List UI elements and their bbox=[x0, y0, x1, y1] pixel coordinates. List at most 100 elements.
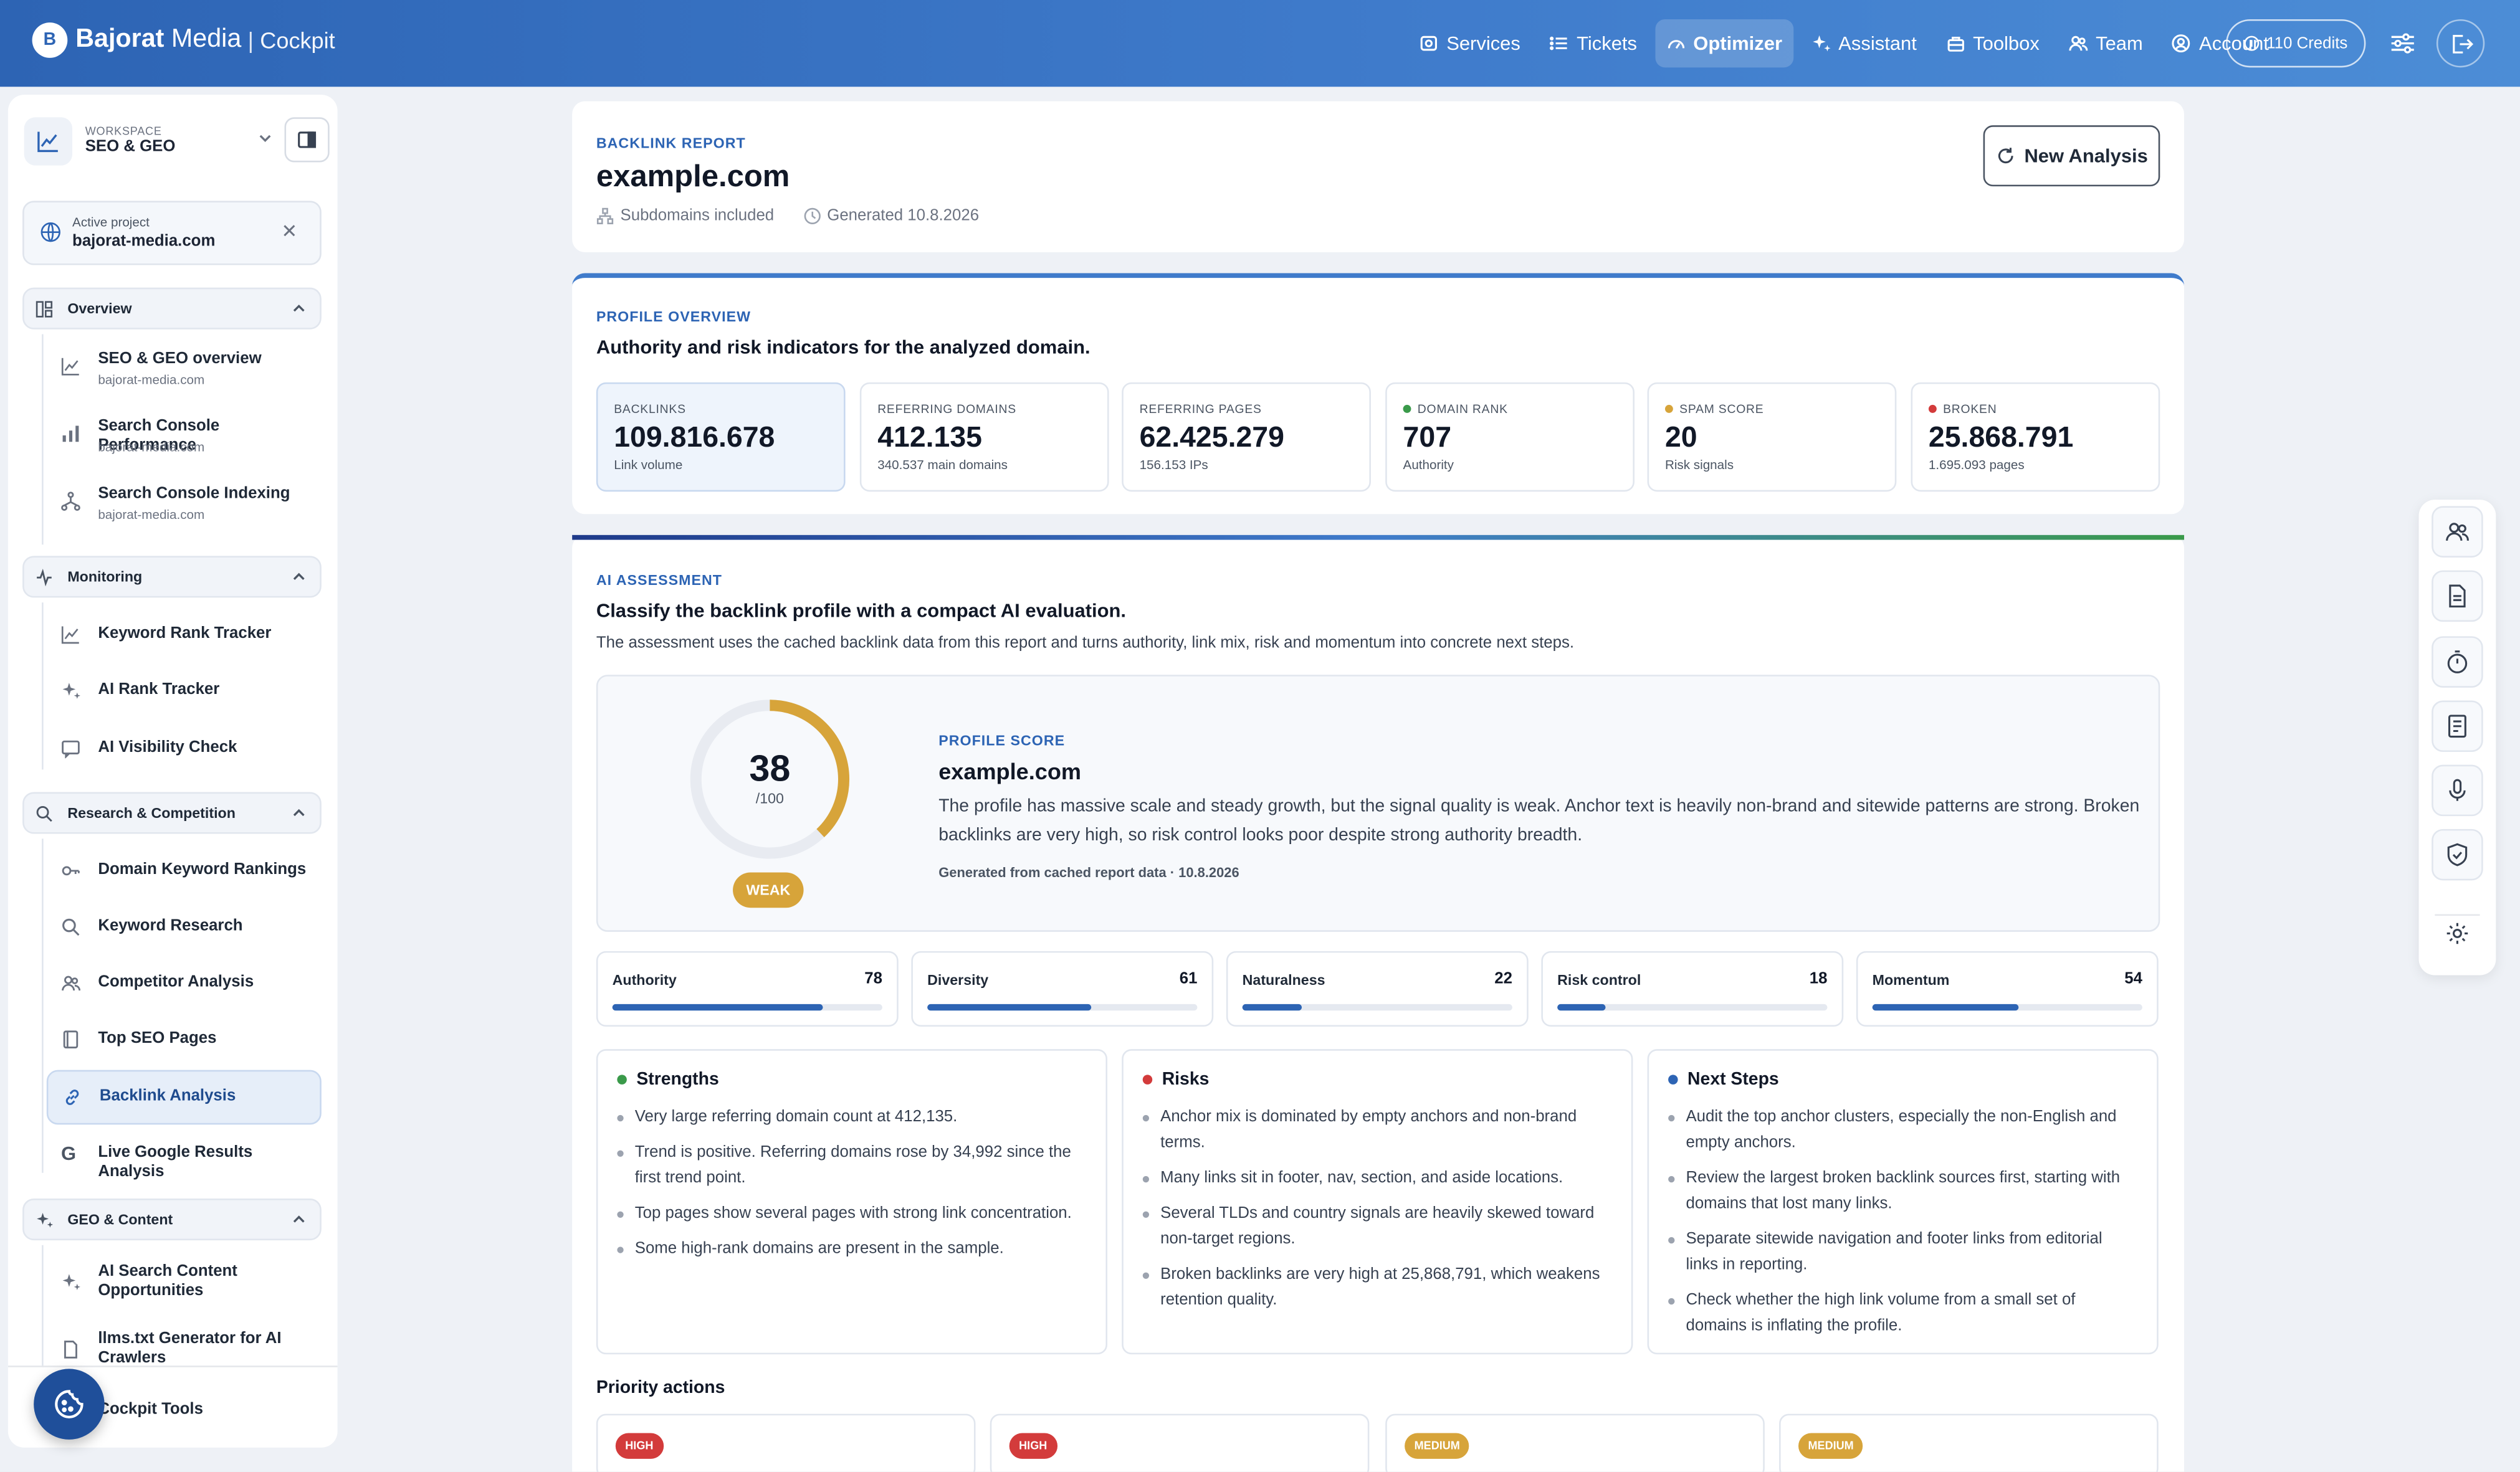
section-geo-content[interactable]: GEO & Content bbox=[22, 1199, 322, 1241]
timer-icon bbox=[2447, 650, 2468, 673]
list-item: Some high-rank domains are present in th… bbox=[617, 1237, 1086, 1263]
sidebar-item-ai-rank-tracker[interactable]: AI Rank Tracker bbox=[47, 677, 322, 709]
sidebar-item-keyword-rank-tracker[interactable]: Keyword Rank Tracker bbox=[47, 620, 322, 653]
nav-team[interactable]: Team bbox=[2057, 19, 2154, 67]
nav-services[interactable]: Services bbox=[1408, 19, 1532, 67]
logout-button[interactable] bbox=[2436, 19, 2485, 68]
kpi-value: 62.425.279 bbox=[1139, 420, 1284, 453]
ai-description: The assessment uses the cached backlink … bbox=[596, 634, 1575, 653]
sidebar-toggle-button[interactable] bbox=[284, 117, 330, 163]
risks-title: Risks bbox=[1142, 1070, 1209, 1090]
kpi-label: SPAM SCORE bbox=[1664, 402, 1764, 416]
priority-action-card[interactable]: MEDIUM bbox=[1385, 1413, 1765, 1472]
priority-action-card[interactable]: HIGH bbox=[596, 1413, 976, 1472]
dimension-track bbox=[1872, 1004, 2142, 1011]
new-analysis-button[interactable]: New Analysis bbox=[1983, 125, 2160, 187]
priority-action-card[interactable]: HIGH bbox=[990, 1413, 1370, 1472]
close-icon[interactable]: ✕ bbox=[281, 220, 297, 242]
nav-optimizer-label: Optimizer bbox=[1693, 32, 1783, 55]
key-icon bbox=[61, 861, 80, 880]
main-nav: Services Tickets Optimizer Assistant Too… bbox=[1408, 19, 2280, 68]
kpi-sub: Link volume bbox=[614, 458, 683, 473]
sidebar-item-seo-geo-overview[interactable]: SEO & GEO overview bajorat-media.com bbox=[47, 347, 322, 399]
refresh-icon bbox=[1997, 148, 2013, 164]
section-research-competition[interactable]: Research & Competition bbox=[22, 792, 322, 834]
chevron-down-icon[interactable] bbox=[257, 130, 274, 146]
sidebar-item-ai-visibility-check[interactable]: AI Visibility Check bbox=[47, 734, 322, 767]
rail-microphone-button[interactable] bbox=[2432, 764, 2483, 817]
score-eyebrow: PROFILE SCORE bbox=[938, 733, 1066, 749]
sidebar-item-backlink-analysis[interactable]: Backlink Analysis bbox=[46, 1070, 322, 1125]
subdomains-label: Subdomains included bbox=[620, 207, 775, 226]
dimension-bar-fill bbox=[1242, 1004, 1302, 1011]
rail-settings-button[interactable] bbox=[2432, 908, 2483, 959]
kpi-sub: Authority bbox=[1403, 458, 1454, 473]
status-dot bbox=[1928, 404, 1937, 413]
strengths-title: Strengths bbox=[617, 1070, 719, 1090]
nav-toolbox[interactable]: Toolbox bbox=[1934, 19, 2051, 67]
rail-timer-button[interactable] bbox=[2432, 636, 2483, 688]
risks-list: Anchor mix is dominated by empty anchors… bbox=[1142, 1105, 1612, 1324]
rail-document-button[interactable] bbox=[2432, 570, 2483, 622]
sidebar-item-title: Competitor Analysis bbox=[98, 973, 254, 992]
sidebar-item-subtitle: bajorat-media.com bbox=[98, 373, 205, 387]
priority-actions-title: Priority actions bbox=[596, 1378, 725, 1398]
user-icon bbox=[2172, 34, 2191, 53]
notes-icon bbox=[2448, 715, 2466, 738]
sparkle-icon bbox=[61, 681, 80, 701]
sidebar-item-top-seo-pages[interactable]: Top SEO Pages bbox=[47, 1025, 322, 1057]
rail-team-button[interactable] bbox=[2432, 506, 2483, 558]
nav-assistant[interactable]: Assistant bbox=[1800, 19, 1928, 67]
page-icon bbox=[61, 1030, 80, 1049]
sidebar-item-subtitle: bajorat-media.com bbox=[98, 440, 205, 455]
brand-separator: | bbox=[247, 27, 254, 54]
kpi-sub: 340.537 main domains bbox=[877, 458, 1008, 473]
report-eyebrow: BACKLINK REPORT bbox=[596, 135, 746, 151]
section-guide bbox=[42, 1245, 44, 1367]
rail-notes-button[interactable] bbox=[2432, 700, 2483, 753]
gear-icon bbox=[2446, 923, 2468, 944]
section-overview[interactable]: Overview bbox=[22, 287, 322, 330]
brand[interactable]: B Bajorat Media | Cockpit bbox=[32, 22, 335, 58]
cookie-settings-button[interactable] bbox=[34, 1369, 105, 1440]
sidebar-item-search-console-indexing[interactable]: Search Console Indexing bajorat-media.co… bbox=[47, 482, 322, 534]
search-icon bbox=[61, 918, 80, 937]
section-monitoring[interactable]: Monitoring bbox=[22, 556, 322, 598]
active-project[interactable]: Active project bajorat-media.com ✕ bbox=[22, 201, 322, 265]
sparkle-icon bbox=[61, 1273, 80, 1292]
dimension-label: Naturalness bbox=[1242, 972, 1325, 989]
nav-optimizer[interactable]: Optimizer bbox=[1654, 19, 1794, 68]
coin-icon bbox=[2245, 36, 2260, 51]
workspace-switcher[interactable]: WORKSPACE SEO & GEO bbox=[24, 114, 330, 169]
list-item: Top pages show several pages with strong… bbox=[617, 1202, 1086, 1227]
kpi-value: 109.816.678 bbox=[614, 420, 775, 453]
nav-tickets[interactable]: Tickets bbox=[1538, 19, 1648, 67]
rail-shield-button[interactable] bbox=[2432, 829, 2483, 881]
sidebar-item-search-console-performance[interactable]: Search Console Performance bajorat-media… bbox=[47, 414, 322, 466]
sitemap-icon bbox=[596, 207, 614, 225]
dimension-momentum: Momentum 54 bbox=[1856, 951, 2159, 1027]
dimension-risk-control: Risk control 18 bbox=[1541, 951, 1844, 1027]
sidebar-item-competitor-analysis[interactable]: Competitor Analysis bbox=[47, 969, 322, 1001]
dimension-value: 78 bbox=[864, 970, 882, 989]
list-item: Review the largest broken backlink sourc… bbox=[1668, 1166, 2137, 1218]
list-item: Audit the top anchor clusters, especiall… bbox=[1668, 1105, 2137, 1157]
credits-button[interactable]: 110 Credits bbox=[2226, 19, 2366, 68]
sidebar-item-ai-search-content[interactable]: AI Search Content Opportunities bbox=[47, 1263, 322, 1304]
profile-score-panel: 38 /100 WEAK PROFILE SCORE example.com T… bbox=[596, 675, 2160, 932]
section-research-label: Research & Competition bbox=[67, 805, 236, 821]
dimension-label: Risk control bbox=[1557, 972, 1641, 989]
dimension-value: 54 bbox=[2124, 970, 2142, 989]
next-steps-title: Next Steps bbox=[1668, 1070, 1779, 1090]
ai-eyebrow: AI ASSESSMENT bbox=[596, 572, 723, 588]
sidebar-item-subtitle: bajorat-media.com bbox=[98, 507, 205, 523]
list-item: Several TLDs and country signals are hea… bbox=[1142, 1202, 1612, 1253]
sidebar-item-domain-keyword-rankings[interactable]: Domain Keyword Rankings bbox=[47, 857, 322, 889]
priority-action-card[interactable]: MEDIUM bbox=[1779, 1413, 2159, 1472]
settings-sliders-button[interactable] bbox=[2382, 22, 2423, 64]
pulse-icon bbox=[36, 567, 55, 586]
sidebar-item-live-google-results[interactable]: G Live Google Results Analysis bbox=[47, 1139, 322, 1181]
sidebar-item-keyword-research[interactable]: Keyword Research bbox=[47, 913, 322, 945]
trend-icon bbox=[61, 625, 80, 644]
kpi-broken: BROKEN 25.868.791 1.695.093 pages bbox=[1911, 382, 2160, 492]
